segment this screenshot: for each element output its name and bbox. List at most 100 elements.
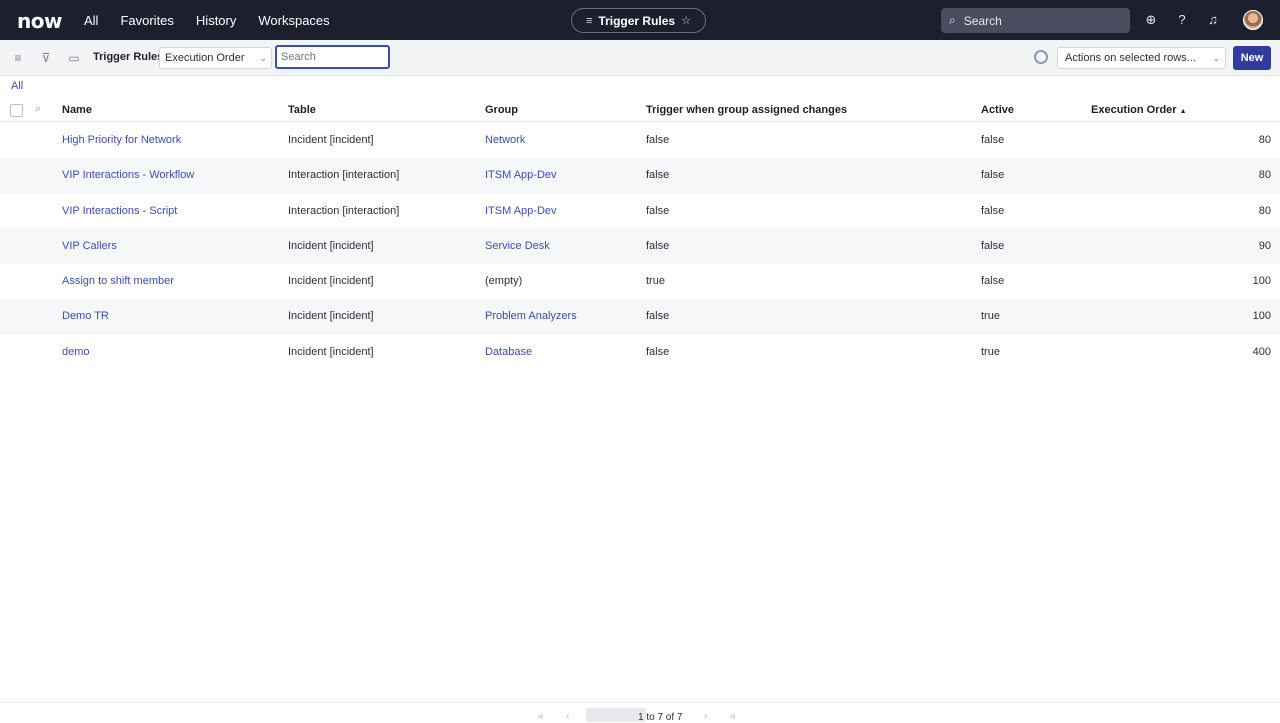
filter-icon[interactable]: ⊽: [38, 50, 54, 66]
list-search-input[interactable]: [275, 45, 390, 69]
nav-all[interactable]: All: [84, 13, 98, 28]
pagination-bar: « ‹ 1 to 7 of 7 › »: [0, 702, 1280, 723]
group-link[interactable]: ITSM App-Dev: [485, 205, 557, 217]
trigger-rule-name-link[interactable]: VIP Interactions - Script: [62, 205, 177, 217]
column-header-trigger[interactable]: Trigger when group assigned changes: [646, 104, 847, 116]
next-page-icon[interactable]: ›: [704, 711, 707, 722]
first-page-icon[interactable]: «: [538, 711, 544, 722]
last-page-icon[interactable]: »: [730, 711, 736, 722]
list-icon: ≡: [586, 14, 593, 27]
previous-page-icon[interactable]: ‹: [566, 711, 569, 722]
help-icon[interactable]: ?: [1173, 11, 1191, 29]
table-cell: Incident [incident]: [288, 239, 374, 252]
select-all-checkbox[interactable]: [10, 104, 23, 117]
pagination-text: 1 to 7 of 7: [638, 712, 683, 723]
main-nav: All Favorites History Workspaces: [84, 0, 352, 40]
trigger-cell: false: [646, 204, 670, 217]
list-toolbar: ≡ ⊽ ▭ Trigger Rules Execution Order ⌄ Ac…: [0, 40, 1280, 76]
chevron-down-icon: ⌄: [1212, 53, 1220, 63]
table-cell: Incident [incident]: [288, 310, 374, 323]
column-search-icon[interactable]: ⌕: [35, 103, 41, 116]
globe-icon[interactable]: ⊕: [1142, 11, 1160, 29]
star-icon[interactable]: ☆: [681, 14, 691, 27]
active-cell: false: [981, 204, 1005, 217]
trigger-cell: true: [646, 275, 665, 288]
column-header-name[interactable]: Name: [62, 104, 92, 116]
trigger-rule-name-link[interactable]: Assign to shift member: [62, 275, 174, 287]
hamburger-menu-icon[interactable]: ≡: [10, 50, 26, 66]
column-header-execution-order[interactable]: Execution Order ▲: [1091, 104, 1187, 116]
execution-order-cell: 100: [1252, 275, 1271, 288]
trigger-rule-name-link[interactable]: VIP Interactions - Workflow: [62, 169, 194, 181]
table-cell: Interaction [interaction]: [288, 169, 400, 182]
execution-order-cell: 100: [1252, 310, 1271, 323]
execution-order-label: Execution Order: [1091, 104, 1177, 116]
chat-icon[interactable]: ▭: [66, 50, 82, 66]
global-search-placeholder: Search: [963, 13, 1002, 28]
table-row: VIP Interactions - Workflow Interaction […: [0, 158, 1280, 194]
group-link[interactable]: ITSM App-Dev: [485, 169, 557, 181]
group-link[interactable]: Network: [485, 134, 525, 146]
active-cell: false: [981, 275, 1005, 288]
search-icon: ⌕: [949, 13, 956, 27]
group-link[interactable]: Database: [485, 346, 532, 358]
execution-order-cell: 90: [1258, 239, 1271, 252]
table-row: VIP Interactions - Script Interaction [in…: [0, 194, 1280, 229]
table-body: High Priority for Network Incident [incid…: [0, 123, 1280, 370]
table-row: Demo TR Incident [incident] Problem Analyz…: [0, 299, 1280, 335]
trigger-cell: false: [646, 310, 670, 323]
global-search-input[interactable]: ⌕ Search: [941, 8, 1130, 33]
active-cell: true: [981, 345, 1000, 358]
top-navigation-bar: now All Favorites History Workspaces ≡ T…: [0, 0, 1280, 40]
current-page-title: Trigger Rules: [598, 13, 676, 28]
search-field-select-value: Execution Order: [165, 52, 245, 64]
actions-select[interactable]: Actions on selected rows... ⌄: [1057, 47, 1226, 69]
user-avatar[interactable]: [1243, 10, 1263, 30]
table-header: Name Table Group Trigger when group assi…: [0, 98, 1280, 122]
group-cell-empty: (empty): [485, 275, 523, 288]
table-cell: Incident [incident]: [288, 134, 374, 146]
actions-select-value: Actions on selected rows...: [1065, 52, 1196, 64]
trigger-rule-name-link[interactable]: High Priority for Network: [62, 134, 181, 146]
breadcrumb-all[interactable]: All: [11, 80, 23, 92]
trigger-rule-name-link[interactable]: Demo TR: [62, 310, 109, 322]
nav-favorites[interactable]: Favorites: [120, 13, 173, 28]
gear-icon[interactable]: [1034, 50, 1048, 64]
servicenow-logo[interactable]: now: [17, 9, 62, 33]
trigger-cell: false: [646, 239, 670, 252]
trigger-cell: false: [646, 345, 670, 358]
trigger-cell: false: [646, 169, 670, 182]
group-link[interactable]: Problem Analyzers: [485, 310, 577, 322]
chevron-down-icon: ⌄: [259, 53, 267, 63]
table-cell: Interaction [interaction]: [288, 204, 400, 217]
trigger-rule-name-link[interactable]: VIP Callers: [62, 240, 117, 252]
sort-ascending-icon: ▲: [1179, 108, 1187, 115]
current-page-pill[interactable]: ≡ Trigger Rules ☆: [571, 8, 706, 33]
execution-order-cell: 80: [1258, 204, 1271, 217]
column-header-group[interactable]: Group: [485, 104, 518, 116]
group-link[interactable]: Service Desk: [485, 240, 550, 252]
table-row: VIP Callers Incident [incident] Service De…: [0, 228, 1280, 265]
execution-order-cell: 80: [1258, 169, 1271, 182]
search-field-select[interactable]: Execution Order ⌄: [159, 47, 272, 69]
column-header-table[interactable]: Table: [288, 104, 316, 116]
execution-order-cell: 400: [1252, 345, 1271, 358]
column-header-active[interactable]: Active: [981, 104, 1014, 116]
bell-icon[interactable]: ♫: [1204, 11, 1222, 29]
table-cell: Incident [incident]: [288, 275, 374, 288]
execution-order-cell: 80: [1258, 134, 1271, 146]
nav-history[interactable]: History: [196, 13, 236, 28]
trigger-rule-name-link[interactable]: demo: [62, 346, 90, 358]
table-row: demo Incident [incident] Database false true…: [0, 335, 1280, 370]
table-row: High Priority for Network Incident [incid…: [0, 123, 1280, 158]
trigger-cell: false: [646, 134, 670, 146]
list-title: Trigger Rules: [93, 51, 164, 63]
active-cell: false: [981, 134, 1005, 146]
nav-workspaces[interactable]: Workspaces: [258, 13, 329, 28]
table-row: Assign to shift member Incident [incident…: [0, 264, 1280, 299]
new-button[interactable]: New: [1233, 46, 1271, 70]
table-cell: Incident [incident]: [288, 345, 374, 358]
active-cell: false: [981, 169, 1005, 182]
active-cell: false: [981, 239, 1005, 252]
active-cell: true: [981, 310, 1000, 323]
